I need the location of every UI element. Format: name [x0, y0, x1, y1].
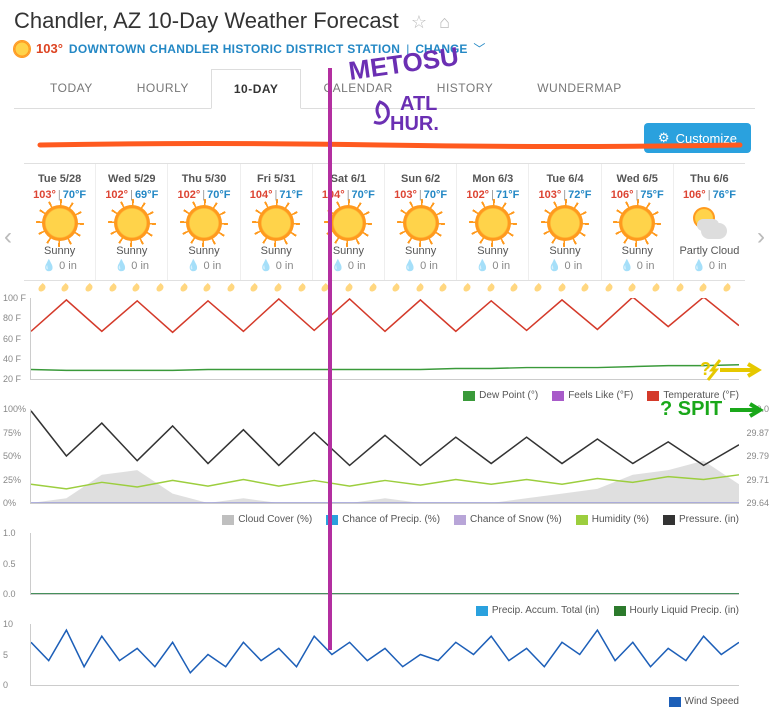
chart-2[interactable]: 1.00.50.0: [30, 533, 739, 595]
sun-icon: [114, 205, 150, 241]
tab-history[interactable]: HISTORY: [415, 69, 515, 108]
day-temps: 104°|71°F: [243, 189, 310, 201]
day-name: Tue 5/28: [26, 173, 93, 185]
day-condition: Sunny: [98, 245, 165, 257]
tab-calendar[interactable]: CALENDAR: [301, 69, 414, 108]
day-temps: 102°|69°F: [98, 189, 165, 201]
day-name: Fri 5/31: [243, 173, 310, 185]
sun-icon: [186, 205, 222, 241]
day-name: Mon 6/3: [459, 173, 526, 185]
tab-hourly[interactable]: HOURLY: [115, 69, 211, 108]
chevron-down-icon[interactable]: ﹀: [473, 40, 485, 57]
sun-icon: [330, 205, 366, 241]
chart-legend: Dew Point (°)Feels Like (°F)Temperature …: [30, 386, 739, 409]
customize-button[interactable]: ⚙ Customize: [644, 123, 751, 153]
day-temps: 103°|70°F: [387, 189, 454, 201]
sun-icon: [547, 205, 583, 241]
day-condition: Sunny: [459, 245, 526, 257]
chart-legend: Wind Speed: [30, 692, 739, 715]
chart-legend: Cloud Cover (%)Chance of Precip. (%)Chan…: [30, 510, 739, 533]
sun-icon: [403, 205, 439, 241]
day-temps: 102°|70°F: [170, 189, 237, 201]
day-precip: 💧 0 in: [243, 259, 310, 272]
tab-wundermap[interactable]: WUNDERMAP: [515, 69, 644, 108]
home-icon[interactable]: ⌂: [439, 12, 450, 32]
day-temps: 106°|75°F: [604, 189, 671, 201]
day-precip: 💧 0 in: [531, 259, 598, 272]
charts-area: 100 F80 F60 F40 F20 F Dew Point (°)Feels …: [0, 292, 769, 727]
day-name: Sat 6/1: [315, 173, 382, 185]
chart-1[interactable]: 100%75%50%25%0%30.029.8729.7929.7129.64: [30, 409, 739, 504]
day-precip: 💧 0 in: [676, 259, 743, 272]
next-arrow[interactable]: ›: [757, 223, 765, 251]
sun-icon: [475, 205, 511, 241]
drops-row: [24, 281, 745, 292]
change-station-link[interactable]: CHANGE: [415, 42, 467, 56]
partly-cloudy-icon: [691, 205, 727, 241]
day-condition: Sunny: [387, 245, 454, 257]
day-card[interactable]: Tue 5/28 103°|70°F Sunny 💧 0 in: [24, 164, 96, 280]
sun-icon: [42, 205, 78, 241]
day-precip: 💧 0 in: [604, 259, 671, 272]
day-name: Wed 5/29: [98, 173, 165, 185]
forecast-days: Tue 5/28 103°|70°F Sunny 💧 0 inWed 5/29 …: [24, 163, 745, 281]
day-precip: 💧 0 in: [98, 259, 165, 272]
day-precip: 💧 0 in: [315, 259, 382, 272]
day-condition: Sunny: [243, 245, 310, 257]
day-name: Thu 5/30: [170, 173, 237, 185]
day-condition: Sunny: [26, 245, 93, 257]
page-title: Chandler, AZ 10-Day Weather Forecast ☆ ⌂: [14, 8, 755, 34]
day-condition: Sunny: [531, 245, 598, 257]
day-condition: Sunny: [604, 245, 671, 257]
current-temp: 103°: [36, 41, 63, 56]
day-condition: Partly Cloud: [676, 245, 743, 257]
day-card[interactable]: Mon 6/3 102°|71°F Sunny 💧 0 in: [457, 164, 529, 280]
day-card[interactable]: Thu 6/6 106°|76°F Partly Cloud 💧 0 in: [674, 164, 745, 280]
sun-icon: [14, 41, 30, 57]
sun-icon: [258, 205, 294, 241]
prev-arrow[interactable]: ‹: [4, 223, 12, 251]
day-temps: 104°|70°F: [315, 189, 382, 201]
day-card[interactable]: Sat 6/1 104°|70°F Sunny 💧 0 in: [313, 164, 385, 280]
tab-10day[interactable]: 10-DAY: [211, 69, 302, 109]
gear-icon: ⚙: [658, 130, 670, 146]
day-name: Wed 6/5: [604, 173, 671, 185]
chart-0[interactable]: 100 F80 F60 F40 F20 F: [30, 298, 739, 380]
day-name: Tue 6/4: [531, 173, 598, 185]
station-link[interactable]: DOWNTOWN CHANDLER HISTORIC DISTRICT STAT…: [69, 42, 400, 56]
day-name: Thu 6/6: [676, 173, 743, 185]
day-precip: 💧 0 in: [387, 259, 454, 272]
day-card[interactable]: Wed 5/29 102°|69°F Sunny 💧 0 in: [96, 164, 168, 280]
day-condition: Sunny: [315, 245, 382, 257]
day-precip: 💧 0 in: [26, 259, 93, 272]
day-card[interactable]: Sun 6/2 103°|70°F Sunny 💧 0 in: [385, 164, 457, 280]
day-precip: 💧 0 in: [459, 259, 526, 272]
day-name: Sun 6/2: [387, 173, 454, 185]
day-card[interactable]: Thu 5/30 102°|70°F Sunny 💧 0 in: [168, 164, 240, 280]
chart-legend: Precip. Accum. Total (in)Hourly Liquid P…: [30, 601, 739, 624]
day-precip: 💧 0 in: [170, 259, 237, 272]
day-temps: 102°|71°F: [459, 189, 526, 201]
day-temps: 106°|76°F: [676, 189, 743, 201]
day-temps: 103°|70°F: [26, 189, 93, 201]
tab-today[interactable]: TODAY: [28, 69, 115, 108]
day-temps: 103°|72°F: [531, 189, 598, 201]
star-icon[interactable]: ☆: [411, 12, 427, 32]
day-card[interactable]: Wed 6/5 106°|75°F Sunny 💧 0 in: [602, 164, 674, 280]
day-card[interactable]: Tue 6/4 103°|72°F Sunny 💧 0 in: [529, 164, 601, 280]
sun-icon: [619, 205, 655, 241]
tabs: TODAY HOURLY 10-DAY CALENDAR HISTORY WUN…: [14, 69, 755, 109]
day-condition: Sunny: [170, 245, 237, 257]
day-card[interactable]: Fri 5/31 104°|71°F Sunny 💧 0 in: [241, 164, 313, 280]
chart-3[interactable]: 1050: [30, 624, 739, 686]
